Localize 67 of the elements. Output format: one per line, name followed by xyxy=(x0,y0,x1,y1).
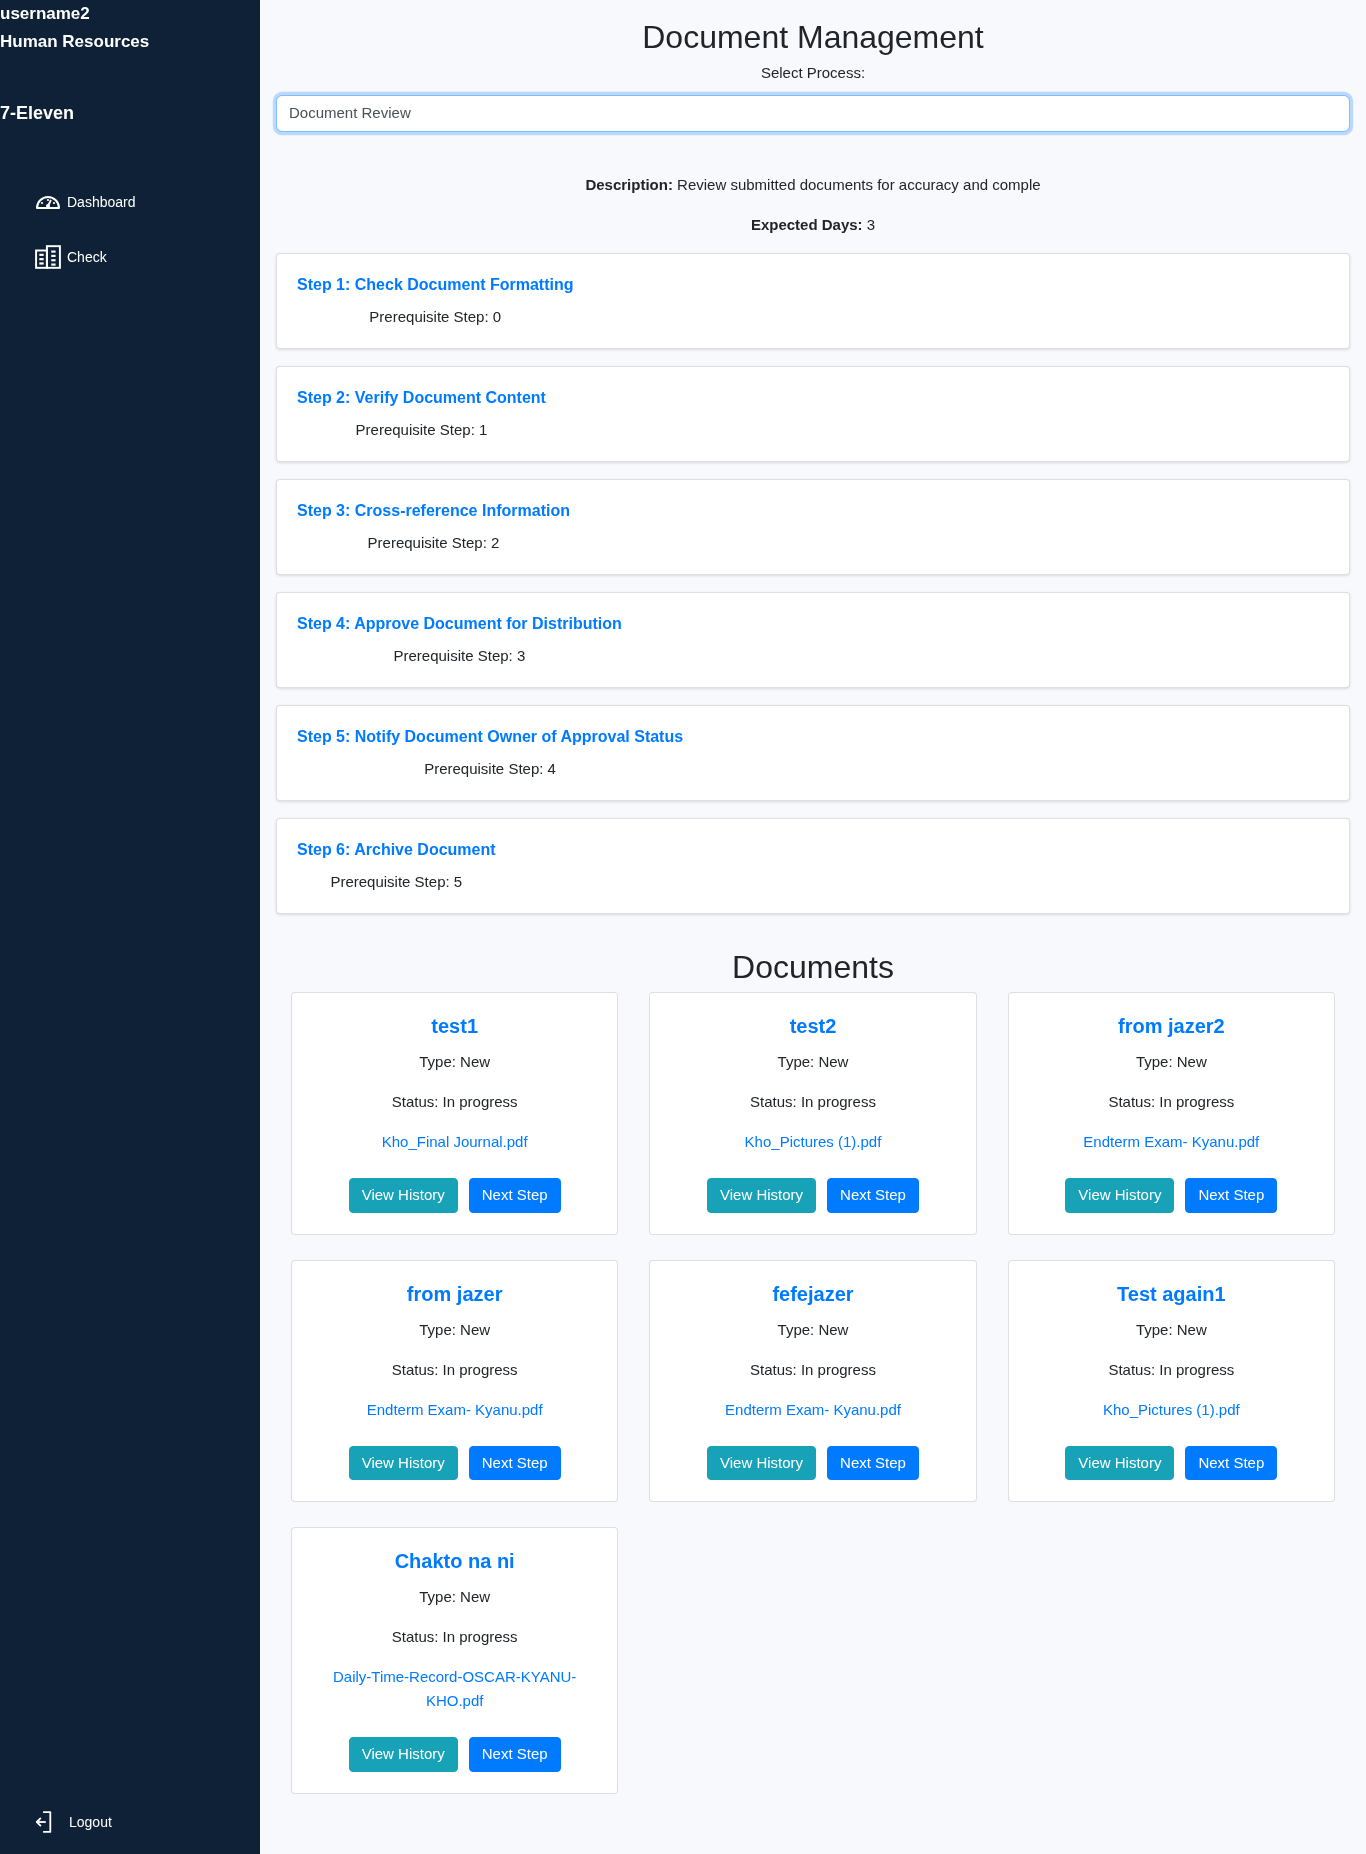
document-title: test2 xyxy=(789,1014,837,1039)
type-text: Type: New xyxy=(777,1052,849,1073)
document-title: fefejazer xyxy=(772,1281,854,1306)
next-step-button[interactable]: Next Step xyxy=(468,1737,561,1772)
next-step-button[interactable]: Next Step xyxy=(827,1445,919,1481)
status-text: Status: In progress xyxy=(391,1627,518,1648)
description-text: Description: Review submitted documents for accuracy and comple xyxy=(585,174,1041,195)
file-link[interactable]: Daily-Time-Record-OSCAR-KYANU-KHO.pdf xyxy=(312,1665,598,1714)
view-history-button[interactable]: View History xyxy=(348,1178,458,1213)
type-text: Type: New xyxy=(1135,1052,1207,1073)
next-step-button[interactable]: Next Step xyxy=(1185,1445,1278,1481)
view-history-button[interactable]: View History xyxy=(348,1737,458,1772)
status-text: Status: In progress xyxy=(750,1092,876,1113)
step-title: Step 4: Approve Document for Distribution xyxy=(297,613,622,634)
status-text: Status: In progress xyxy=(750,1359,876,1380)
building-icon xyxy=(35,245,61,269)
view-history-button[interactable]: View History xyxy=(1065,1445,1175,1481)
user-name: username2 xyxy=(0,3,90,25)
status-text: Status: In progress xyxy=(1108,1092,1235,1113)
step-title: Step 6: Archive Document xyxy=(297,839,496,860)
document-title: Chakto na ni xyxy=(394,1549,515,1574)
prerequisite-text: Prerequisite Step: 2 xyxy=(367,532,500,553)
select-label: Select Process: xyxy=(760,63,866,84)
step-title: Step 5: Notify Document Owner of Approval Status xyxy=(297,726,684,747)
step-title: Step 1: Check Document Formatting xyxy=(297,274,574,295)
prerequisite-text: Prerequisite Step: 4 xyxy=(424,758,556,779)
file-link[interactable]: Kho_Pictures (1).pdf xyxy=(1102,1397,1240,1422)
next-step-button[interactable]: Next Step xyxy=(468,1445,561,1481)
file-link[interactable]: Endterm Exam- Kyanu.pdf xyxy=(1083,1130,1260,1155)
prerequisite-text: Prerequisite Step: 1 xyxy=(355,419,488,440)
view-history-button[interactable]: View History xyxy=(707,1445,817,1481)
view-history-button[interactable]: View History xyxy=(707,1178,817,1213)
prerequisite-text: Prerequisite Step: 5 xyxy=(330,871,463,892)
type-text: Type: New xyxy=(419,1052,491,1073)
page-title: Document Management xyxy=(642,18,984,57)
document-title: test1 xyxy=(431,1014,478,1039)
logout-link[interactable]: Logout xyxy=(0,1800,124,1844)
document-title: from jazer2 xyxy=(1117,1014,1225,1039)
department-name: Human Resources xyxy=(0,31,150,53)
prerequisite-text: Prerequisite Step: 3 xyxy=(393,645,526,666)
prerequisite-text: Prerequisite Step: 0 xyxy=(369,306,502,327)
type-text: Type: New xyxy=(419,1587,491,1608)
company-name: 7-Eleven xyxy=(0,102,75,125)
document-title: Test again1 xyxy=(1117,1281,1226,1306)
view-history-button[interactable]: View History xyxy=(348,1445,458,1481)
document-title: from jazer xyxy=(406,1281,503,1306)
status-text: Status: In progress xyxy=(391,1359,518,1380)
view-history-button[interactable]: View History xyxy=(1065,1178,1175,1213)
type-text: Type: New xyxy=(777,1319,849,1340)
file-link[interactable]: Kho_Pictures (1).pdf xyxy=(744,1130,882,1155)
process-field[interactable]: Document Review xyxy=(276,95,1350,132)
file-link[interactable]: Kho_Final Journal.pdf xyxy=(381,1130,528,1155)
nav-item[interactable]: Check xyxy=(0,235,119,279)
status-text: Status: In progress xyxy=(391,1092,518,1113)
next-step-button[interactable]: Next Step xyxy=(468,1178,561,1213)
type-text: Type: New xyxy=(419,1319,491,1340)
file-link[interactable]: Endterm Exam- Kyanu.pdf xyxy=(725,1397,901,1422)
type-text: Type: New xyxy=(1135,1319,1207,1340)
section-title: Documents xyxy=(732,947,894,987)
status-text: Status: In progress xyxy=(1108,1359,1235,1380)
step-title: Step 2: Verify Document Content xyxy=(297,387,546,408)
expected-days-text: Expected Days: 3 xyxy=(750,214,876,235)
file-link[interactable]: Endterm Exam- Kyanu.pdf xyxy=(366,1397,543,1422)
step-title: Step 3: Cross-reference Information xyxy=(297,500,570,521)
next-step-button[interactable]: Next Step xyxy=(1185,1178,1278,1213)
next-step-button[interactable]: Next Step xyxy=(827,1178,919,1213)
nav-item[interactable]: Dashboard xyxy=(0,180,148,224)
